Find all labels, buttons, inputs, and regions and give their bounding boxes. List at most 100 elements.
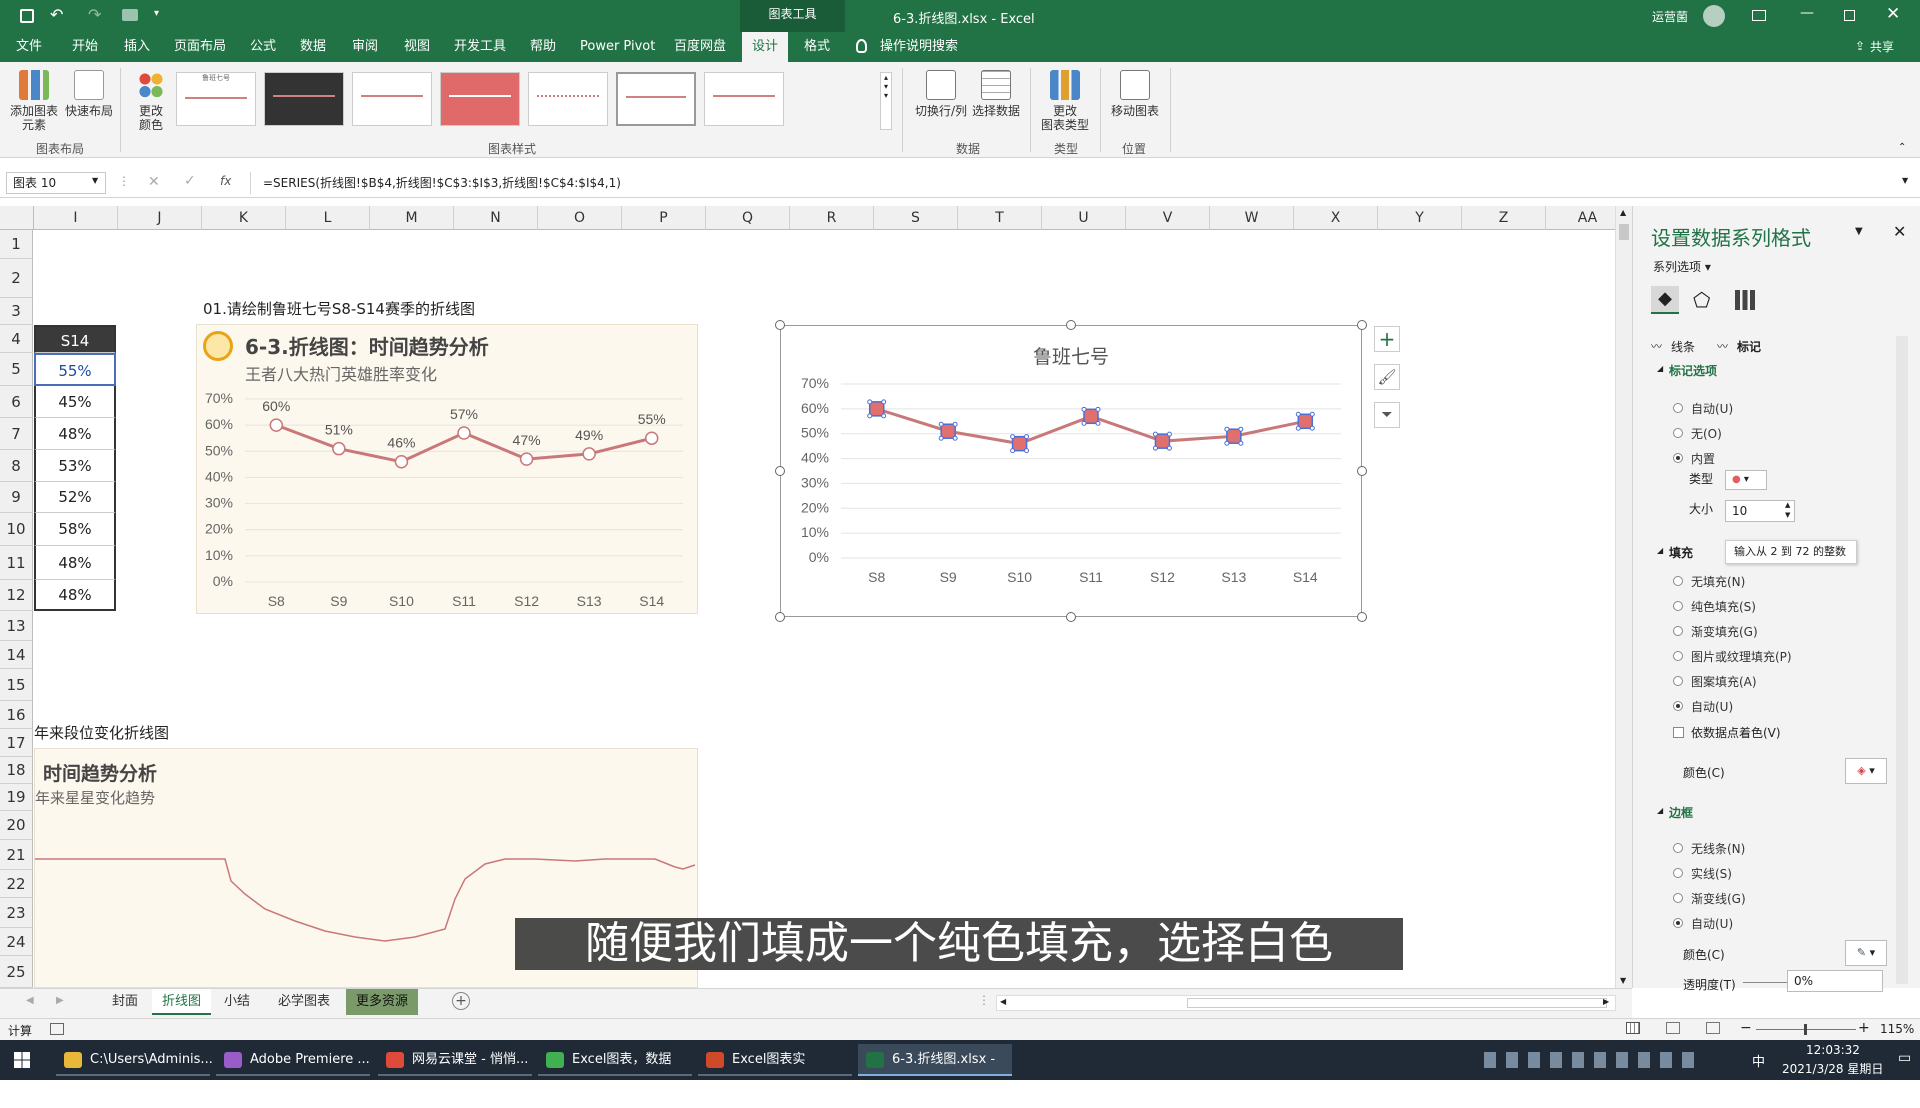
- row-header-8[interactable]: 8: [0, 450, 33, 482]
- column-header-z[interactable]: Z: [1462, 206, 1546, 230]
- effects-tab-icon[interactable]: ⬠: [1693, 288, 1710, 312]
- clock-date[interactable]: 2021/3/28 星期日: [1782, 1060, 1883, 1077]
- section-fill[interactable]: 填充: [1669, 544, 1693, 561]
- resize-handle[interactable]: [775, 612, 785, 622]
- resize-handle[interactable]: [775, 466, 785, 476]
- resize-handle[interactable]: [1357, 466, 1367, 476]
- row-header-19[interactable]: 19: [0, 784, 33, 811]
- change-colors-button[interactable]: 更改 颜色: [126, 70, 176, 132]
- tab-format[interactable]: 格式: [796, 32, 838, 62]
- chart-style-6-selected[interactable]: [616, 72, 696, 126]
- select-all-corner[interactable]: [0, 206, 34, 230]
- chart-style-2[interactable]: [264, 72, 344, 126]
- column-header-p[interactable]: P: [622, 206, 706, 230]
- next-sheet-icon[interactable]: ▶: [56, 995, 64, 1006]
- notifications-icon[interactable]: ▭: [1898, 1050, 1911, 1066]
- sheet-tab-must-learn[interactable]: 必学图表: [268, 989, 340, 1015]
- zoom-out-icon[interactable]: −: [1740, 1020, 1752, 1036]
- row-header-6[interactable]: 6: [0, 386, 33, 418]
- series-options-dropdown[interactable]: 系列选项 ▾: [1653, 258, 1711, 275]
- close-icon[interactable]: ✕: [1886, 4, 1900, 24]
- save-icon[interactable]: [20, 9, 34, 23]
- hscroll-left-icon[interactable]: ◀: [1000, 997, 1006, 1006]
- chart-style-3[interactable]: [352, 72, 432, 126]
- chart-style-7[interactable]: [704, 72, 784, 126]
- sheet-tab-summary[interactable]: 小结: [214, 989, 260, 1015]
- table-cell[interactable]: 48%: [34, 580, 116, 611]
- clock-time[interactable]: 12:03:32: [1806, 1043, 1860, 1057]
- row-header-22[interactable]: 22: [0, 870, 33, 898]
- resize-handle[interactable]: [1066, 612, 1076, 622]
- cell-s14-header[interactable]: S14: [34, 325, 116, 353]
- pane-menu-icon[interactable]: ▼: [1855, 226, 1863, 237]
- radio-button[interactable]: [1673, 893, 1683, 903]
- table-cell[interactable]: 48%: [34, 546, 116, 580]
- tab-marker[interactable]: 标记: [1737, 338, 1761, 355]
- tab-data[interactable]: 数据: [292, 32, 334, 62]
- row-header-11[interactable]: 11: [0, 546, 33, 580]
- tell-me-search[interactable]: 操作说明搜索: [872, 32, 966, 62]
- example-chart[interactable]: 6-3.折线图：时间趋势分析 王者八大热门英雄胜率变化 0% 10% 20% 30% 4…: [196, 324, 698, 614]
- radio-button[interactable]: [1673, 576, 1683, 586]
- tab-view[interactable]: 视图: [396, 32, 438, 62]
- cancel-formula-icon[interactable]: ✕: [148, 174, 160, 190]
- row-header-16[interactable]: 16: [0, 701, 33, 729]
- tab-design[interactable]: 设计: [742, 32, 788, 62]
- page-break-view-icon[interactable]: [1706, 1022, 1720, 1034]
- column-header-aa[interactable]: AA: [1546, 206, 1615, 230]
- macro-record-icon[interactable]: [50, 1023, 64, 1035]
- resize-handle[interactable]: [1357, 320, 1367, 330]
- ime-indicator[interactable]: 中: [1752, 1051, 1765, 1070]
- tab-help[interactable]: 帮助: [522, 32, 564, 62]
- avatar[interactable]: [1703, 5, 1725, 27]
- sheet-tab-line-chart[interactable]: 折线图: [152, 989, 212, 1015]
- radio-button[interactable]: [1673, 601, 1683, 611]
- collapse-border-icon[interactable]: ◢: [1657, 806, 1663, 815]
- tab-power-pivot[interactable]: Power Pivot: [572, 32, 663, 62]
- radio-button[interactable]: [1673, 676, 1683, 686]
- name-box[interactable]: 图表 10: [6, 172, 106, 194]
- section-border[interactable]: 边框: [1669, 804, 1693, 821]
- normal-view-icon[interactable]: [1626, 1022, 1640, 1034]
- minimize-icon[interactable]: —: [1800, 5, 1814, 21]
- tab-line[interactable]: 线条: [1671, 338, 1695, 355]
- page-layout-view-icon[interactable]: [1666, 1022, 1680, 1034]
- fill-line-tab-icon[interactable]: ◆: [1651, 286, 1679, 314]
- zoom-slider-thumb[interactable]: [1804, 1024, 1807, 1035]
- user-name[interactable]: 运营菌: [1652, 8, 1688, 25]
- styles-scroll[interactable]: ▴ ▾ ▾: [880, 72, 892, 130]
- scroll-up-icon[interactable]: ▲: [1620, 208, 1626, 217]
- camera-icon[interactable]: [122, 9, 138, 21]
- column-header-w[interactable]: W: [1210, 206, 1294, 230]
- row-header-20[interactable]: 20: [0, 811, 33, 840]
- taskbar-app[interactable]: Excel图表，数据可...: [538, 1044, 692, 1099]
- radio-button[interactable]: [1673, 453, 1683, 463]
- column-header-l[interactable]: L: [286, 206, 370, 230]
- tab-baidu-disk[interactable]: 百度网盘: [666, 32, 734, 62]
- chart-filters-button[interactable]: ⏷: [1374, 402, 1400, 428]
- tab-developer[interactable]: 开发工具: [446, 32, 514, 62]
- taskbar-app[interactable]: Excel图表实战.ppt...: [698, 1044, 852, 1099]
- share-button[interactable]: 共享: [1862, 32, 1902, 62]
- taskbar-app[interactable]: Adobe Premiere ...: [216, 1044, 370, 1076]
- pane-close-icon[interactable]: ✕: [1893, 222, 1906, 241]
- taskbar-app[interactable]: C:\Users\Adminis...: [56, 1044, 213, 1076]
- column-header-n[interactable]: N: [454, 206, 538, 230]
- hscroll-thumb[interactable]: [1187, 998, 1607, 1008]
- row-header-1[interactable]: 1: [0, 230, 33, 259]
- radio-button[interactable]: [1673, 843, 1683, 853]
- series-options-tab-icon[interactable]: [1735, 290, 1755, 310]
- tab-insert[interactable]: 插入: [116, 32, 158, 62]
- radio-button[interactable]: [1673, 403, 1683, 413]
- tab-review[interactable]: 审阅: [344, 32, 386, 62]
- column-header-i[interactable]: I: [34, 206, 118, 230]
- resize-handle[interactable]: [1357, 612, 1367, 622]
- prev-sheet-icon[interactable]: ◀: [26, 995, 34, 1006]
- row-header-24[interactable]: 24: [0, 928, 33, 956]
- row-header-5[interactable]: 5: [0, 353, 33, 386]
- column-header-u[interactable]: U: [1042, 206, 1126, 230]
- table-cell[interactable]: 45%: [34, 386, 116, 418]
- taskbar-app[interactable]: 6-3.折线图.xlsx - E...: [858, 1044, 1012, 1099]
- grid-vscroll[interactable]: ▲ ▼: [1615, 206, 1632, 988]
- column-header-s[interactable]: S: [874, 206, 958, 230]
